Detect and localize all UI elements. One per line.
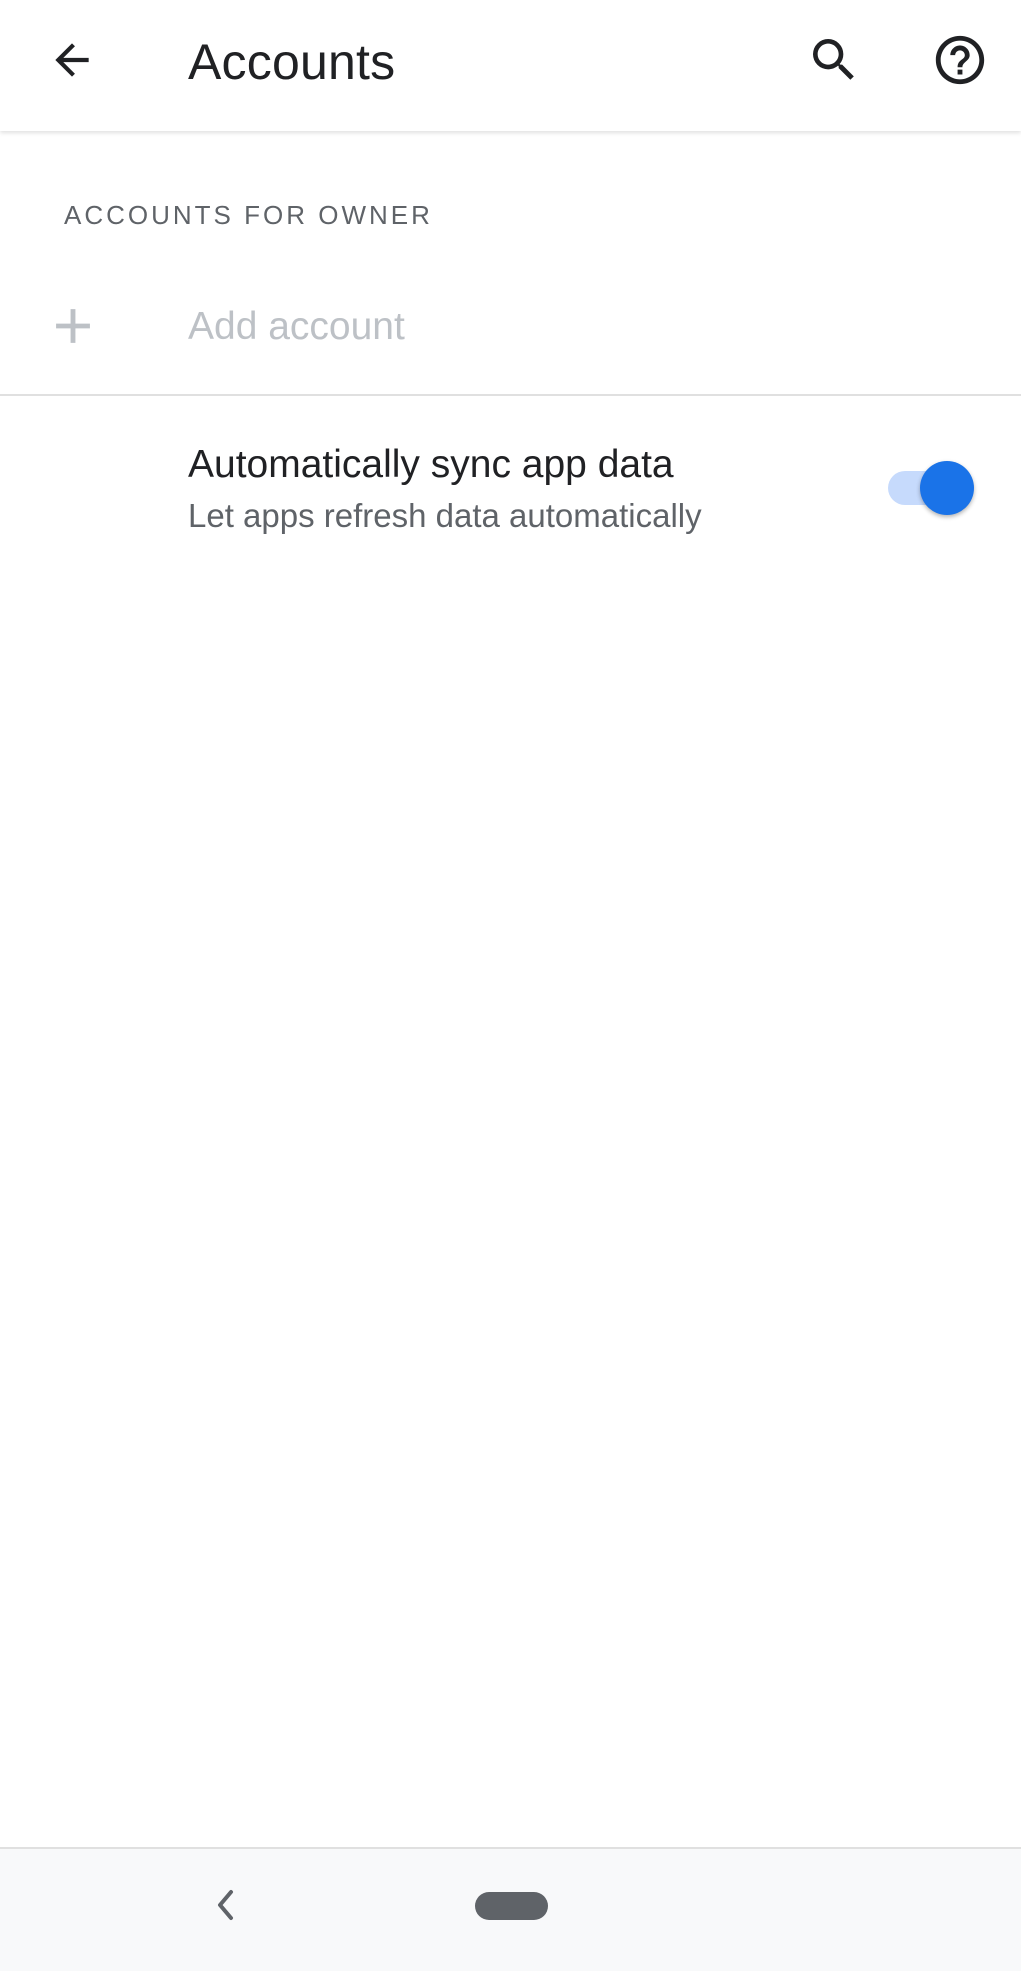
auto-sync-toggle[interactable]: [886, 458, 974, 518]
settings-screen: Accounts ACCOUNTS FOR OWNER Add account …: [0, 0, 1021, 1971]
help-button[interactable]: [912, 12, 1008, 108]
auto-sync-summary: Let apps refresh data automatically: [188, 497, 702, 534]
search-button[interactable]: [786, 12, 882, 108]
plus-icon: [56, 309, 90, 343]
help-icon: [935, 35, 985, 85]
home-pill-icon[interactable]: [475, 1892, 548, 1920]
back-button[interactable]: [24, 12, 120, 108]
auto-sync-title: Automatically sync app data: [188, 443, 674, 486]
add-account-row[interactable]: Add account: [0, 262, 1021, 392]
section-header: ACCOUNTS FOR OWNER: [64, 200, 433, 230]
auto-sync-row[interactable]: Automatically sync app data Let apps ref…: [0, 398, 1021, 578]
nav-back-button[interactable]: [200, 1879, 252, 1931]
arrow-back-icon: [55, 43, 89, 77]
divider: [0, 394, 1021, 396]
nav-back-icon: [218, 1890, 233, 1920]
search-icon: [813, 39, 854, 80]
top-app-bar: Accounts: [0, 0, 1021, 131]
add-account-label: Add account: [188, 305, 405, 348]
toggle-thumb: [920, 461, 974, 515]
page-title: Accounts: [188, 34, 396, 90]
system-nav-bar: [0, 1847, 1021, 1971]
